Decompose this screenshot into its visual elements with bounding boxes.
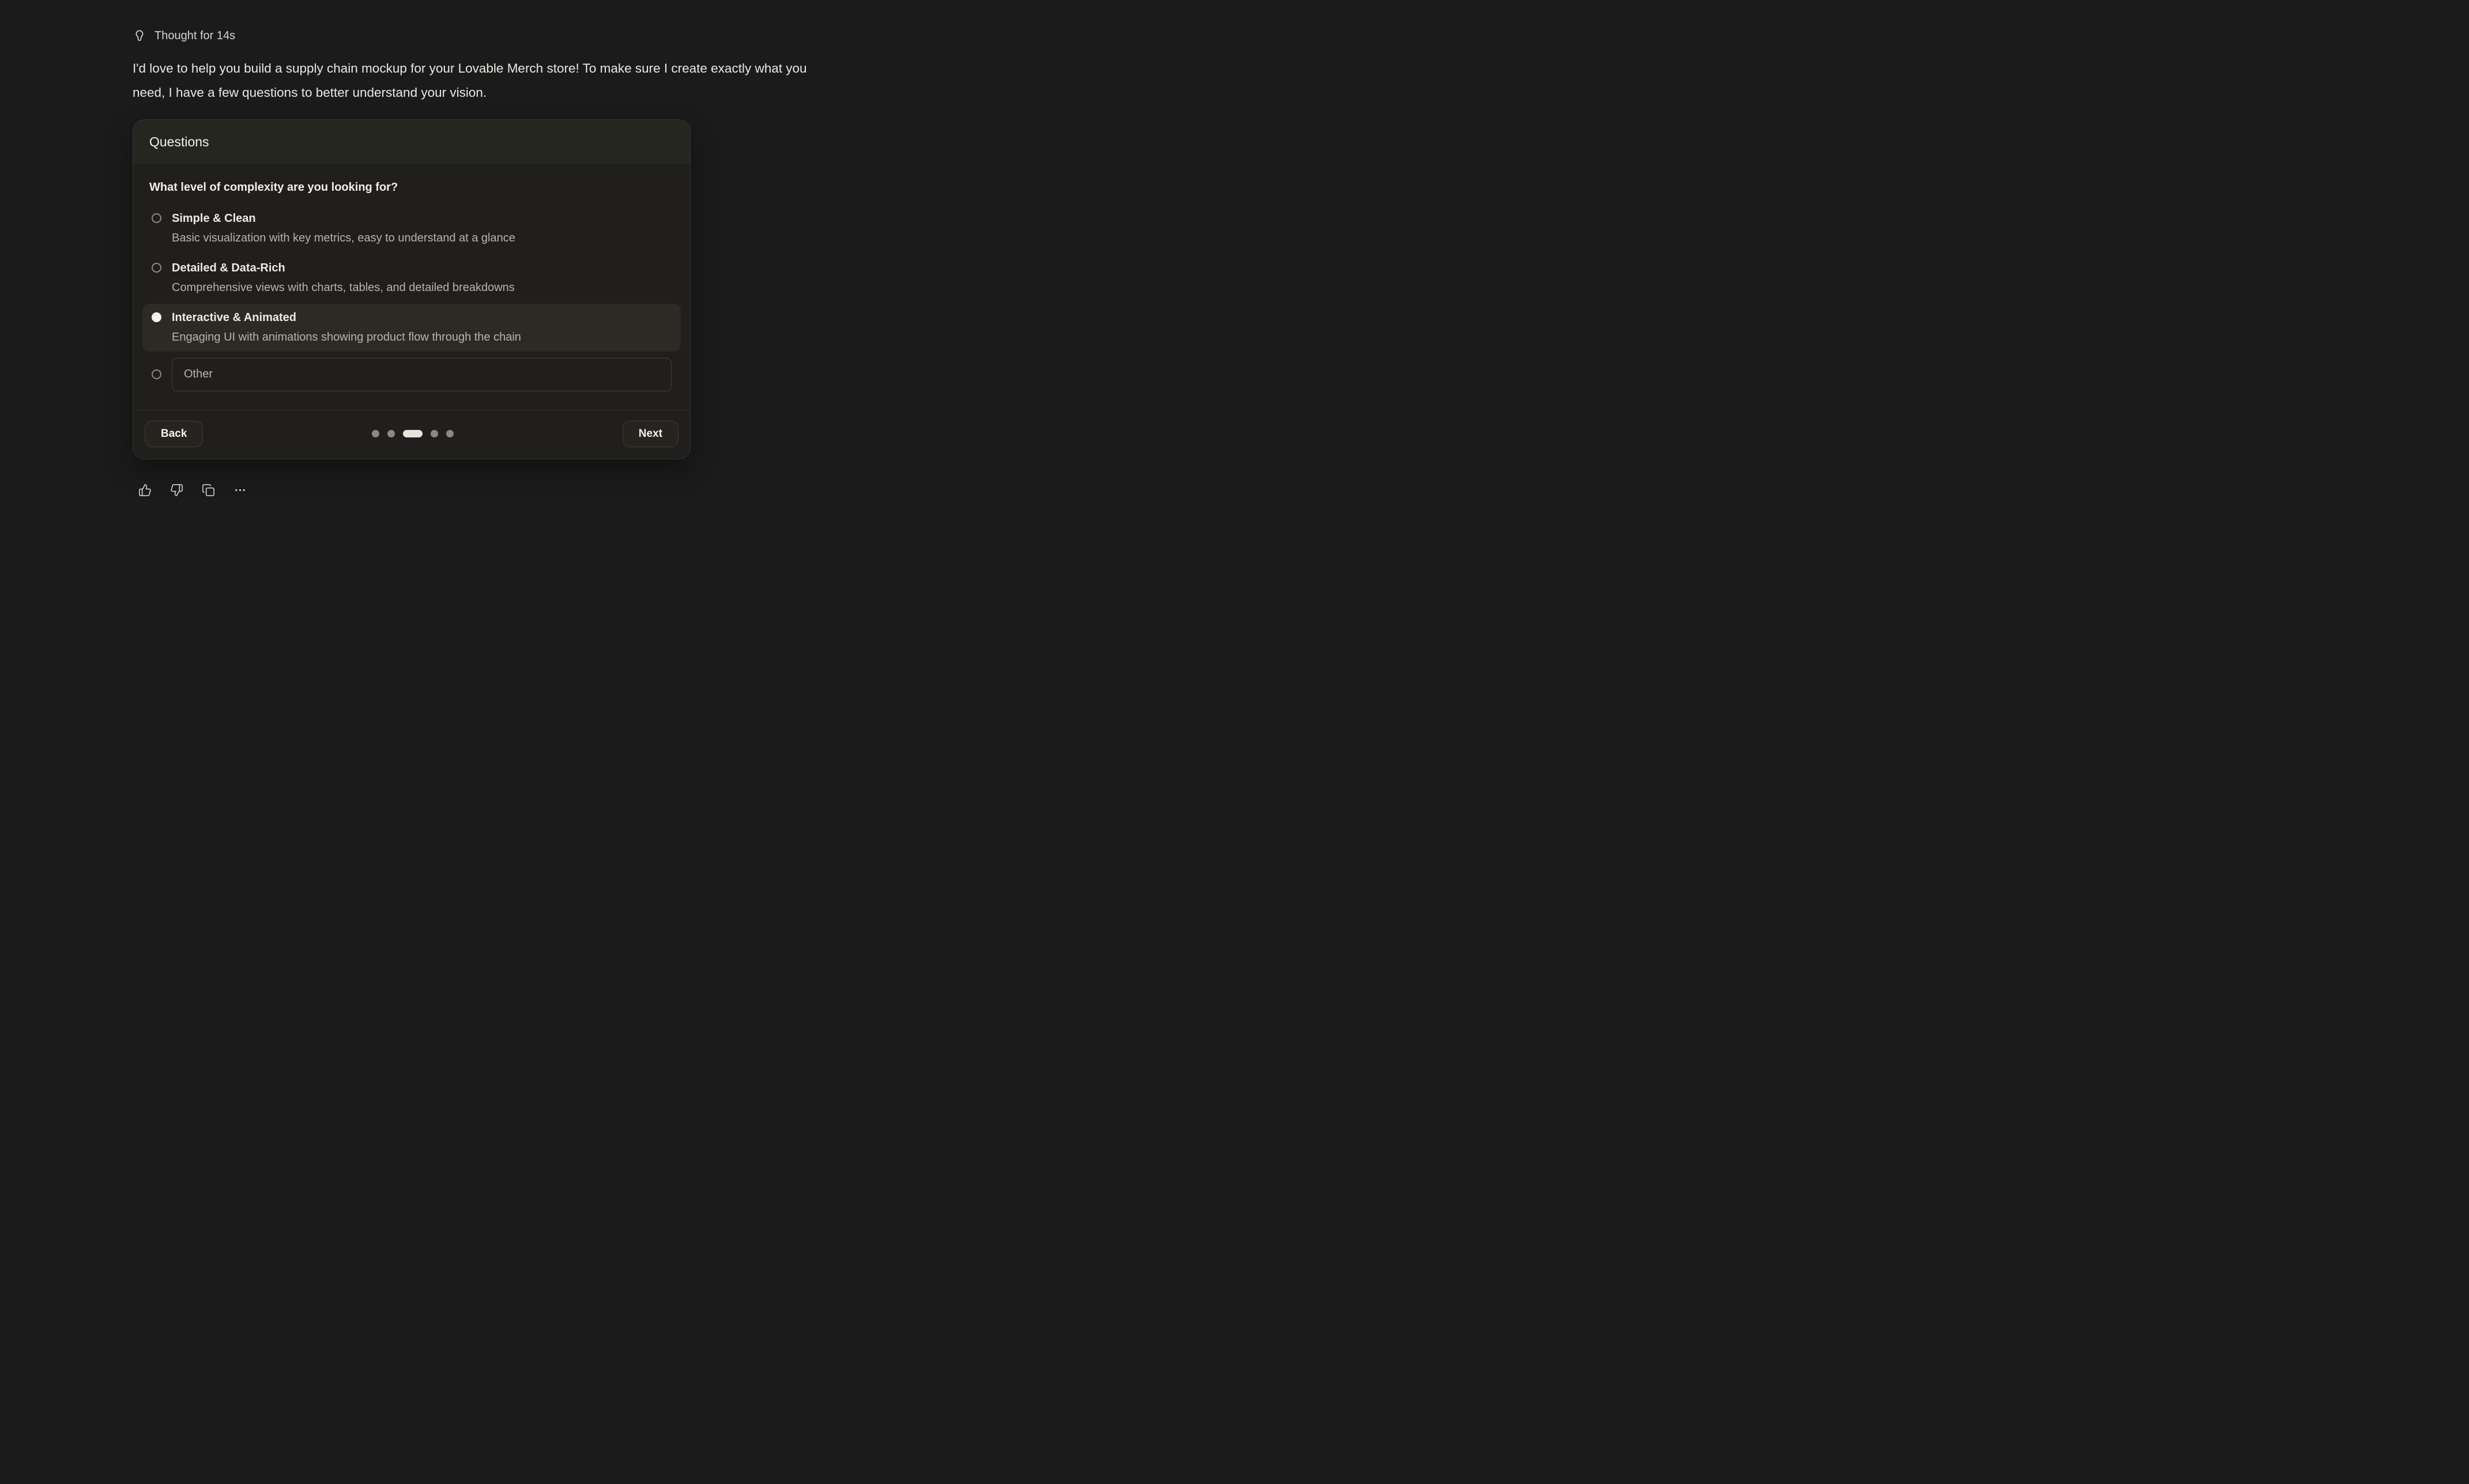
next-button[interactable]: Next [623,421,678,447]
thumbs-up-button[interactable] [138,484,152,497]
copy-button[interactable] [202,484,215,497]
message-actions [138,484,904,497]
thumbs-down-button[interactable] [170,484,183,497]
questions-card: Questions What level of complexity are y… [133,119,691,459]
option-content: Detailed & Data-Rich Comprehensive views… [172,261,515,295]
lightbulb-icon [133,29,146,43]
progress-dot [372,430,379,437]
progress-dot [431,430,438,437]
progress-dots [372,430,454,437]
thinking-summary[interactable]: Thought for 14s [133,29,235,43]
option-interactive-animated[interactable]: Interactive & Animated Engaging UI with … [142,304,681,352]
radio-unselected-icon[interactable] [152,213,161,223]
chat-page: Thought for 14s I'd love to help you bui… [0,0,904,497]
card-header: Questions [133,120,690,164]
option-description: Comprehensive views with charts, tables,… [172,281,515,295]
radio-unselected-icon[interactable] [152,369,161,379]
more-options-button[interactable] [233,484,247,497]
option-content: Interactive & Animated Engaging UI with … [172,311,521,345]
progress-dot [387,430,395,437]
option-other [142,353,681,396]
thumbs-up-icon [138,484,152,497]
option-description: Engaging UI with animations showing prod… [172,330,521,345]
option-title: Interactive & Animated [172,311,521,324]
option-content: Simple & Clean Basic visualization with … [172,212,515,246]
back-button[interactable]: Back [145,421,203,447]
option-title: Simple & Clean [172,212,515,225]
card-footer: Back Next [133,410,690,459]
option-description: Basic visualization with key metrics, ea… [172,231,515,246]
card-title: Questions [149,134,209,149]
option-title: Detailed & Data-Rich [172,261,515,275]
radio-selected-icon[interactable] [152,312,161,322]
assistant-message: I'd love to help you build a supply chai… [133,56,812,105]
progress-dot [446,430,454,437]
more-options-icon [233,484,247,497]
option-detailed-data-rich[interactable]: Detailed & Data-Rich Comprehensive views… [142,254,681,302]
other-option-input[interactable] [172,358,672,391]
progress-dot-active [403,430,423,437]
copy-icon [202,484,215,497]
card-body: What level of complexity are you looking… [133,164,690,410]
thumbs-down-icon [170,484,183,497]
radio-unselected-icon[interactable] [152,263,161,273]
question-text: What level of complexity are you looking… [149,181,681,194]
thinking-label: Thought for 14s [154,29,235,43]
option-simple-clean[interactable]: Simple & Clean Basic visualization with … [142,205,681,252]
